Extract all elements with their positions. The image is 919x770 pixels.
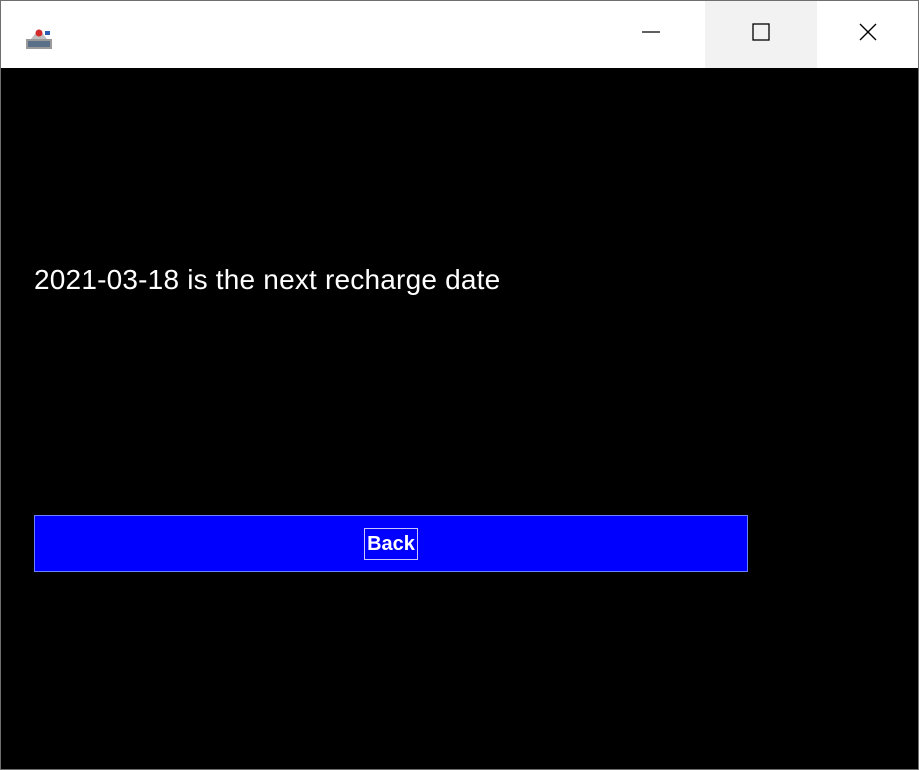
minimize-button[interactable] [623,1,679,68]
title-bar[interactable] [1,1,918,68]
app-window: 2021-03-18 is the next recharge date Bac… [0,0,919,770]
maximize-icon [751,22,771,47]
back-button-label: Back [364,527,418,560]
back-button[interactable]: Back [34,515,748,572]
close-button[interactable] [817,1,918,68]
recharge-date-message: 2021-03-18 is the next recharge date [34,264,501,295]
maximize-button[interactable] [705,1,817,68]
minimize-icon [641,22,661,47]
content-panel: 2021-03-18 is the next recharge date Bac… [1,68,918,769]
close-icon [858,22,878,47]
java-app-icon [25,25,55,51]
